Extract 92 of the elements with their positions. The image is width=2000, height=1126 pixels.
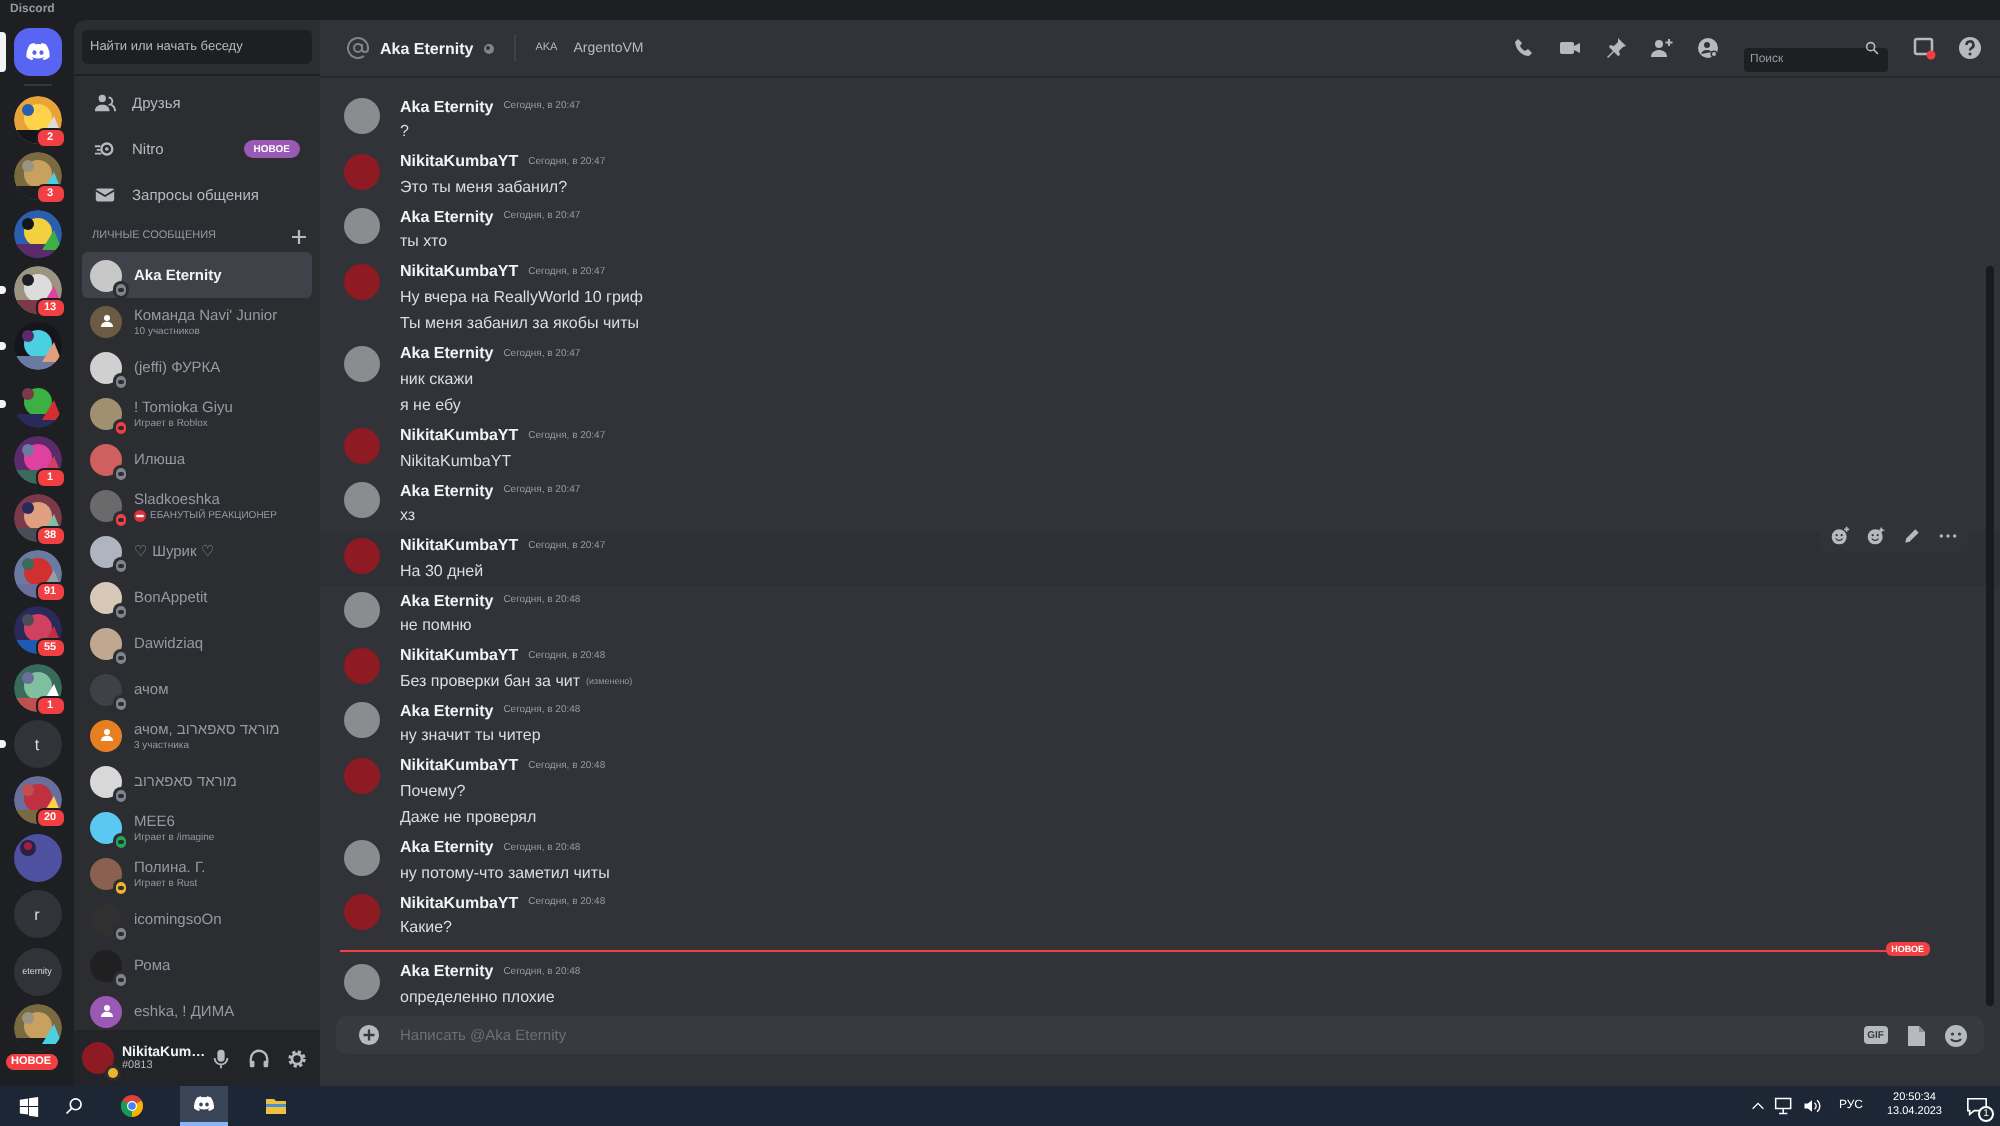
message-author[interactable]: Aka Eternity: [400, 207, 494, 225]
avatar[interactable]: [82, 1042, 114, 1074]
avatar: [90, 397, 122, 429]
add-friend-icon[interactable]: [1650, 36, 1674, 60]
profile-icon[interactable]: [1696, 36, 1720, 60]
avatar[interactable]: [344, 592, 380, 628]
avatar: [90, 351, 122, 383]
avatar: [90, 443, 122, 475]
search-icon: [1864, 40, 1880, 56]
avatar: [90, 489, 122, 521]
search-icon[interactable]: [64, 1096, 84, 1116]
microphone-icon[interactable]: [210, 1047, 232, 1069]
help-icon[interactable]: [1958, 36, 1982, 60]
message-author[interactable]: NikitaKumbaYT: [400, 152, 519, 170]
message-text: ну потому-что заметил читы: [400, 863, 610, 882]
video-camera-icon[interactable]: [1558, 36, 1582, 60]
message-text: ник скажи: [400, 369, 474, 388]
inbox-icon[interactable]: [1912, 36, 1936, 60]
avatar[interactable]: [344, 963, 380, 999]
message-text: NikitaKumbaYT: [400, 451, 512, 470]
folder-icon: [264, 1094, 288, 1118]
server-icon[interactable]: r: [13, 890, 61, 939]
emoji-icon[interactable]: [1944, 1023, 1968, 1047]
message-text: Какие?: [400, 918, 452, 937]
settings-icon[interactable]: [286, 1047, 308, 1069]
server-icon[interactable]: t: [13, 720, 61, 769]
chat-title: Aka Eternity: [380, 39, 474, 57]
message-text: я не ебу: [400, 396, 461, 415]
browser-icon: [120, 1094, 144, 1118]
avatar[interactable]: [344, 208, 380, 244]
message-author[interactable]: Aka Eternity: [400, 97, 494, 115]
message-author[interactable]: Aka Eternity: [400, 838, 494, 856]
message-author[interactable]: NikitaKumbaYT: [400, 426, 519, 444]
network-icon[interactable]: [1774, 1096, 1795, 1116]
message-text: хз: [400, 506, 416, 525]
sticker-icon[interactable]: [1904, 1023, 1928, 1047]
message-author[interactable]: NikitaKumbaYT: [400, 536, 519, 554]
message-text: Это ты меня забанил?: [400, 177, 568, 196]
message-text: Ты меня забанил за якобы читы: [400, 314, 639, 333]
add-icon[interactable]: [292, 229, 306, 243]
avatar[interactable]: [344, 839, 380, 875]
message-text: определенно плохие: [400, 987, 555, 1006]
avatar[interactable]: [344, 482, 380, 518]
pencil-icon[interactable]: [1902, 525, 1922, 545]
avatar[interactable]: [344, 345, 380, 381]
avatar: [90, 581, 122, 613]
windows-icon[interactable]: [18, 1095, 40, 1117]
message-author[interactable]: Aka Eternity: [400, 962, 494, 980]
controller-icon: [192, 1092, 216, 1116]
at-icon: [346, 36, 370, 60]
home-button[interactable]: [13, 28, 61, 76]
avatar: [90, 535, 122, 567]
message-text: ты хто: [400, 232, 448, 251]
taskbar-app[interactable]: [180, 1086, 228, 1126]
add-reaction-icon[interactable]: [1830, 525, 1850, 545]
message-author[interactable]: Aka Eternity: [400, 481, 494, 499]
message-text: Почему?: [400, 781, 466, 800]
friends-icon: [94, 92, 116, 114]
avatar: [90, 811, 122, 843]
message-author[interactable]: NikitaKumbaYT: [400, 262, 519, 280]
message-text: ?: [400, 122, 409, 141]
avatar: [90, 903, 122, 935]
avatar: [90, 857, 122, 889]
message-author[interactable]: NikitaKumbaYT: [400, 756, 519, 774]
phone-icon[interactable]: [1512, 36, 1536, 60]
avatar: [90, 627, 122, 659]
avatar[interactable]: [344, 702, 380, 738]
message-text: не помню: [400, 616, 472, 635]
message-text: Ну вчера на ReallyWorld 10 гриф: [400, 287, 643, 306]
avatar: [90, 949, 122, 981]
avatar: [90, 765, 122, 797]
message-author[interactable]: NikitaKumbaYT: [400, 646, 519, 664]
add-icon[interactable]: [358, 1024, 380, 1046]
controller-icon: [23, 38, 51, 66]
nitro-icon: [94, 138, 116, 160]
message-author[interactable]: Aka Eternity: [400, 591, 494, 609]
headphones-icon[interactable]: [248, 1047, 270, 1069]
chevron-up-icon[interactable]: [1750, 1098, 1767, 1114]
message-author[interactable]: Aka Eternity: [400, 701, 494, 719]
message-author[interactable]: Aka Eternity: [400, 344, 494, 362]
pin-icon[interactable]: [1604, 36, 1628, 60]
message-text: ну значит ты читер: [400, 726, 541, 745]
message-author[interactable]: NikitaKumbaYT: [400, 893, 519, 911]
speaker-icon[interactable]: [1802, 1096, 1823, 1116]
avatar[interactable]: [344, 98, 380, 134]
avatar: [90, 259, 122, 291]
message-text: На 30 дней: [400, 561, 484, 580]
envelope-icon: [94, 184, 116, 206]
message-text: Даже не проверял: [400, 808, 537, 827]
message-text: Без проверки бан за чит: [400, 671, 581, 690]
super-reaction-icon[interactable]: [1866, 525, 1886, 545]
avatar: [90, 673, 122, 705]
